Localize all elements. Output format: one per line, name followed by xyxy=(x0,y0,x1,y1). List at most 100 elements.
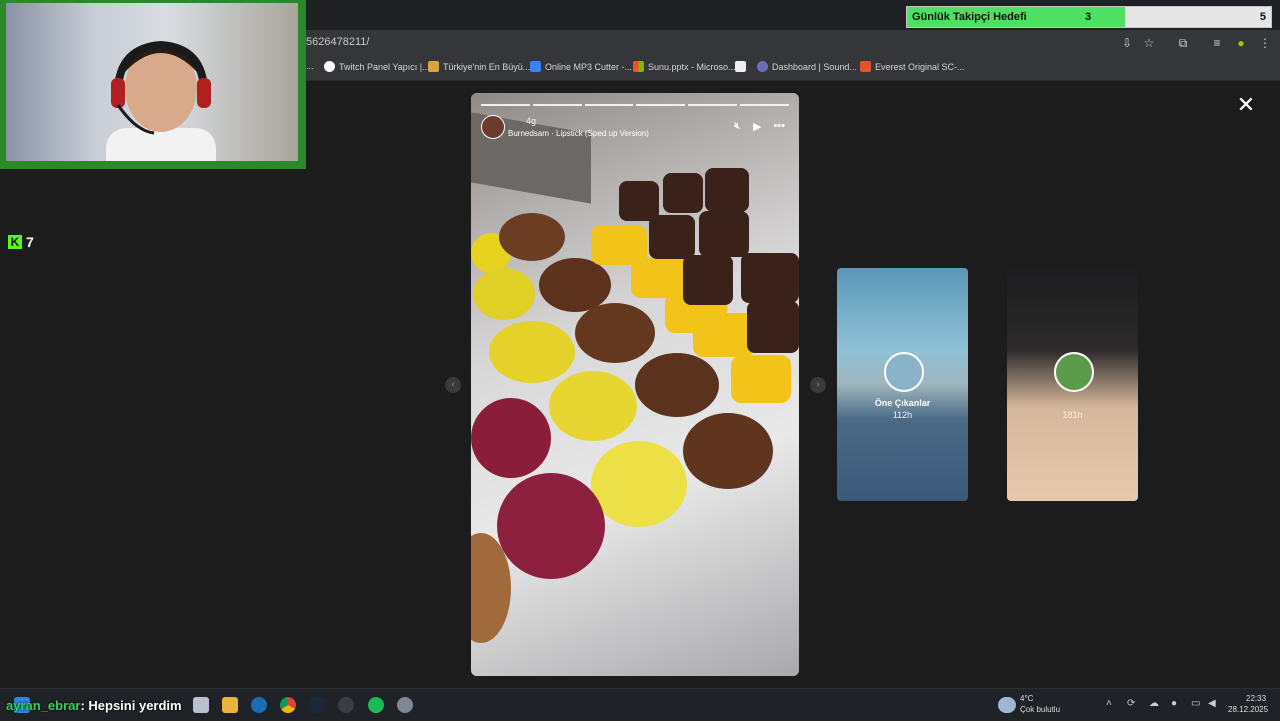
bookmark-label: Türkiye'nin En Büyü... xyxy=(443,61,531,72)
dessert-cup xyxy=(489,321,575,383)
chat-username: ayran_ebrar xyxy=(6,698,81,713)
chocolate-cake xyxy=(741,253,799,303)
card-time: 181h xyxy=(1062,410,1083,420)
clock-time: 22:33 xyxy=(1246,694,1267,703)
dessert-cup xyxy=(499,213,565,261)
profile-icon[interactable]: ● xyxy=(1234,36,1248,50)
weather-temp: 4°C xyxy=(1020,694,1034,703)
bookmark-item[interactable] xyxy=(735,61,746,72)
dessert-cup xyxy=(591,441,687,527)
follower-goal-bar: Günlük Takipçi Hedefi 3 5 xyxy=(906,6,1272,28)
dessert-cup xyxy=(471,398,551,478)
streamer-image xyxy=(106,40,216,161)
edge-icon[interactable] xyxy=(251,697,267,713)
file-explorer-icon[interactable] xyxy=(222,697,238,713)
page-icon xyxy=(735,61,746,72)
reading-list-icon[interactable]: ≡ xyxy=(1210,36,1224,50)
hb-icon xyxy=(860,61,871,72)
network-icon[interactable]: ▭ xyxy=(1191,698,1200,709)
weather-desc: Çok bulutlu xyxy=(1020,705,1061,714)
tray-chevron-icon[interactable]: ˄ xyxy=(1106,698,1112,709)
obs-icon[interactable] xyxy=(338,697,354,713)
taskbar xyxy=(0,688,1280,721)
address-bar[interactable]: 5626478211/ xyxy=(306,36,369,48)
story-avatar[interactable] xyxy=(481,115,505,139)
chat-text: : Hepsini yerdim xyxy=(80,698,182,713)
speaker-icon[interactable]: ◀ xyxy=(1208,698,1216,709)
crown-icon xyxy=(428,61,439,72)
browser-toolbar: ⇩ ☆ ⧉ ≡ ● ⋮ xyxy=(300,30,1280,56)
webcam-frame xyxy=(0,0,306,169)
close-icon[interactable]: ✕ xyxy=(1236,94,1256,116)
kick-logo-icon: K xyxy=(8,235,22,249)
settings-gear-icon[interactable] xyxy=(397,697,413,713)
bookmark-item[interactable]: Dashboard | Sound... xyxy=(757,61,857,72)
highlight-card[interactable]: Öne Çıkanlar 112h xyxy=(837,268,968,501)
chocolate-cake xyxy=(663,173,703,213)
weather-cloud-icon[interactable] xyxy=(998,697,1016,713)
story-song[interactable]: Burnedsam · Lipstick (Sped up Version) xyxy=(508,129,649,138)
bookmark-label: Sunu.pptx - Microso... xyxy=(648,61,736,72)
chocolate-cake xyxy=(699,211,749,257)
bookmark-label: ... xyxy=(306,61,314,71)
dessert-cup xyxy=(497,473,605,579)
task-view-icon[interactable] xyxy=(193,697,209,713)
sync-icon[interactable]: ⟳ xyxy=(1127,698,1135,709)
story-age: 4g xyxy=(526,116,537,126)
viewer-count: 7 xyxy=(26,234,34,250)
bookmark-label: Everest Original SC-... xyxy=(875,61,965,72)
soundcloud-icon xyxy=(757,61,768,72)
microphone-icon[interactable]: ● xyxy=(1171,698,1177,709)
microsoft-icon xyxy=(633,61,644,72)
story-controls: 🔇︎ ▶ ••• xyxy=(734,120,785,133)
bookmark-item[interactable]: Everest Original SC-... xyxy=(860,61,965,72)
steam-icon[interactable] xyxy=(309,697,325,713)
webcam-feed xyxy=(6,3,298,161)
mute-icon[interactable]: 🔇︎ xyxy=(734,120,741,133)
menu-icon[interactable]: ⋮ xyxy=(1258,36,1272,50)
play-icon[interactable]: ▶ xyxy=(753,120,761,133)
story-progress xyxy=(481,104,789,106)
clock-date: 28.12.2025 xyxy=(1228,705,1269,714)
twitch-panel-icon xyxy=(324,61,335,72)
dessert-roll xyxy=(731,355,791,403)
dessert-cup xyxy=(683,413,773,489)
bookmark-item[interactable]: ... xyxy=(306,61,314,71)
chocolate-cake xyxy=(649,215,695,259)
chocolate-cake xyxy=(683,255,733,305)
chat-message: ayran_ebrar: Hepsini yerdim xyxy=(6,698,182,713)
bookmark-label: Twitch Panel Yapıcı |... xyxy=(339,61,430,72)
previous-story-arrow-icon[interactable]: ‹ xyxy=(445,377,461,393)
dessert-cup xyxy=(635,353,719,417)
card-avatar xyxy=(1054,352,1094,392)
spotify-icon[interactable] xyxy=(368,697,384,713)
dessert-roll xyxy=(693,313,755,357)
kick-viewer-count: K 7 xyxy=(8,234,34,250)
next-story-arrow-icon[interactable]: › xyxy=(810,377,826,393)
bookmark-item[interactable]: Sunu.pptx - Microso... xyxy=(633,61,736,72)
install-app-icon[interactable]: ⇩ xyxy=(1120,36,1134,50)
bookmark-item[interactable]: Online MP3 Cutter -... xyxy=(530,61,632,72)
chocolate-cake xyxy=(747,301,799,353)
goal-title: Günlük Takipçi Hedefi xyxy=(912,11,1027,23)
bookmarks-bar: ... Twitch Panel Yapıcı |... Türkiye'nin… xyxy=(300,56,1280,81)
chrome-icon[interactable] xyxy=(280,697,296,713)
card-avatar xyxy=(884,352,924,392)
onedrive-icon[interactable]: ☁ xyxy=(1149,698,1159,709)
bookmark-item[interactable]: Türkiye'nin En Büyü... xyxy=(428,61,530,72)
bookmark-label: Online MP3 Cutter -... xyxy=(545,61,633,72)
card-time: 112h xyxy=(892,410,913,420)
card-label: Öne Çıkanlar xyxy=(874,398,931,408)
story-viewer[interactable]: 4g Burnedsam · Lipstick (Sped up Version… xyxy=(471,93,799,676)
goal-target: 5 xyxy=(1259,11,1266,23)
mp3-cutter-icon xyxy=(530,61,541,72)
story-image xyxy=(471,93,799,676)
bookmark-label: Dashboard | Sound... xyxy=(772,61,857,72)
dessert-cup xyxy=(473,268,535,320)
bookmark-star-icon[interactable]: ☆ xyxy=(1142,36,1156,50)
more-options-icon[interactable]: ••• xyxy=(773,120,785,133)
dessert-cup xyxy=(549,371,637,441)
bookmark-item[interactable]: Twitch Panel Yapıcı |... xyxy=(324,61,430,72)
extensions-icon[interactable]: ⧉ xyxy=(1176,36,1190,50)
story-card[interactable]: 181h xyxy=(1007,268,1138,501)
